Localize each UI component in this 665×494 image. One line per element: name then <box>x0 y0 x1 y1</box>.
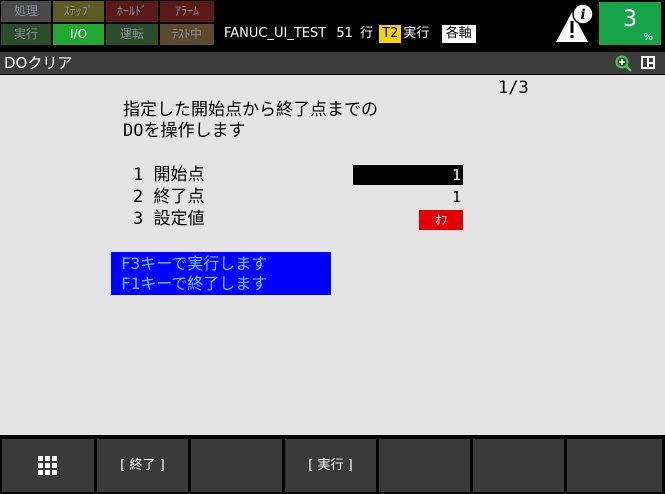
help-message-exit: F1キーで終了します <box>121 274 268 293</box>
softkey-f5[interactable] <box>473 439 564 492</box>
grid-menu-icon <box>38 455 57 475</box>
svg-text:i: i <box>580 7 585 23</box>
start-point-field[interactable]: 1 <box>353 165 463 185</box>
row-label-start-point: 1 開始点 <box>133 165 205 185</box>
indicator-processing: 処理 <box>1 1 51 22</box>
speed-override-indicator[interactable]: 3 % <box>599 2 661 45</box>
indicator-io: I/O <box>53 24 104 45</box>
softkey-f3-execute[interactable]: [ 実行 ] <box>285 439 376 492</box>
indicator-hold: ﾎｰﾙﾄﾞ <box>106 1 158 22</box>
override-unit: % <box>643 32 653 43</box>
indicator-alarm: ｱﾗｰﾑ <box>160 1 214 22</box>
help-message-execute: F3キーで実行します <box>121 254 268 273</box>
help-message-box: F3キーで実行します F1キーで終了します <box>111 252 331 295</box>
end-point-field[interactable]: 1 <box>353 187 463 207</box>
softkey-f2[interactable] <box>191 439 282 492</box>
instruction-line-1: 指定した開始点から終了点までの <box>123 100 378 120</box>
indicator-operation: 運転 <box>106 24 158 45</box>
indicator-step: ｽﾃｯﾌﾟ <box>53 1 104 22</box>
softkey-f4[interactable] <box>379 439 470 492</box>
page-indicator: 1/3 <box>498 78 529 98</box>
indicator-testing: ﾃｽﾄ中 <box>160 24 214 45</box>
alarm-warning-icon[interactable]: i <box>552 2 596 44</box>
override-value: 3 <box>623 7 637 32</box>
status-line: FANUC_UI_TEST 51 行 T2 実行 各軸 <box>224 25 476 43</box>
line-number: 51 <box>336 26 353 41</box>
zoom-in-icon[interactable] <box>615 55 632 72</box>
softkey-menu[interactable] <box>2 439 94 492</box>
row-label-set-value: 3 設定値 <box>133 209 205 229</box>
softkey-next[interactable] <box>567 439 662 492</box>
run-state: 実行 <box>403 26 430 41</box>
indicator-run: 実行 <box>1 24 51 45</box>
line-label: 行 <box>360 26 374 41</box>
softkey-f1-exit[interactable]: [ 終了 ] <box>97 439 188 492</box>
mode-badge: T2 <box>379 25 402 43</box>
coordinate-mode: 各軸 <box>441 25 476 43</box>
instruction-line-2: DOを操作します <box>123 121 246 141</box>
layout-split-icon[interactable] <box>641 56 655 69</box>
softkey-bar: [ 終了 ] [ 実行 ] <box>0 437 665 494</box>
set-value-field[interactable]: ｵﾌ <box>419 210 463 230</box>
page-title: DOクリア <box>4 54 73 72</box>
program-name: FANUC_UI_TEST <box>224 26 327 41</box>
row-label-end-point: 2 終了点 <box>133 187 205 207</box>
main-content: 1/3 指定した開始点から終了点までの DOを操作します 1 開始点 1 2 終… <box>0 75 665 435</box>
status-bar: 処理 ｽﾃｯﾌﾟ ﾎｰﾙﾄﾞ ｱﾗｰﾑ 実行 I/O 運転 ﾃｽﾄ中 FANUC… <box>0 0 665 47</box>
title-bar: DOクリア <box>0 52 665 74</box>
